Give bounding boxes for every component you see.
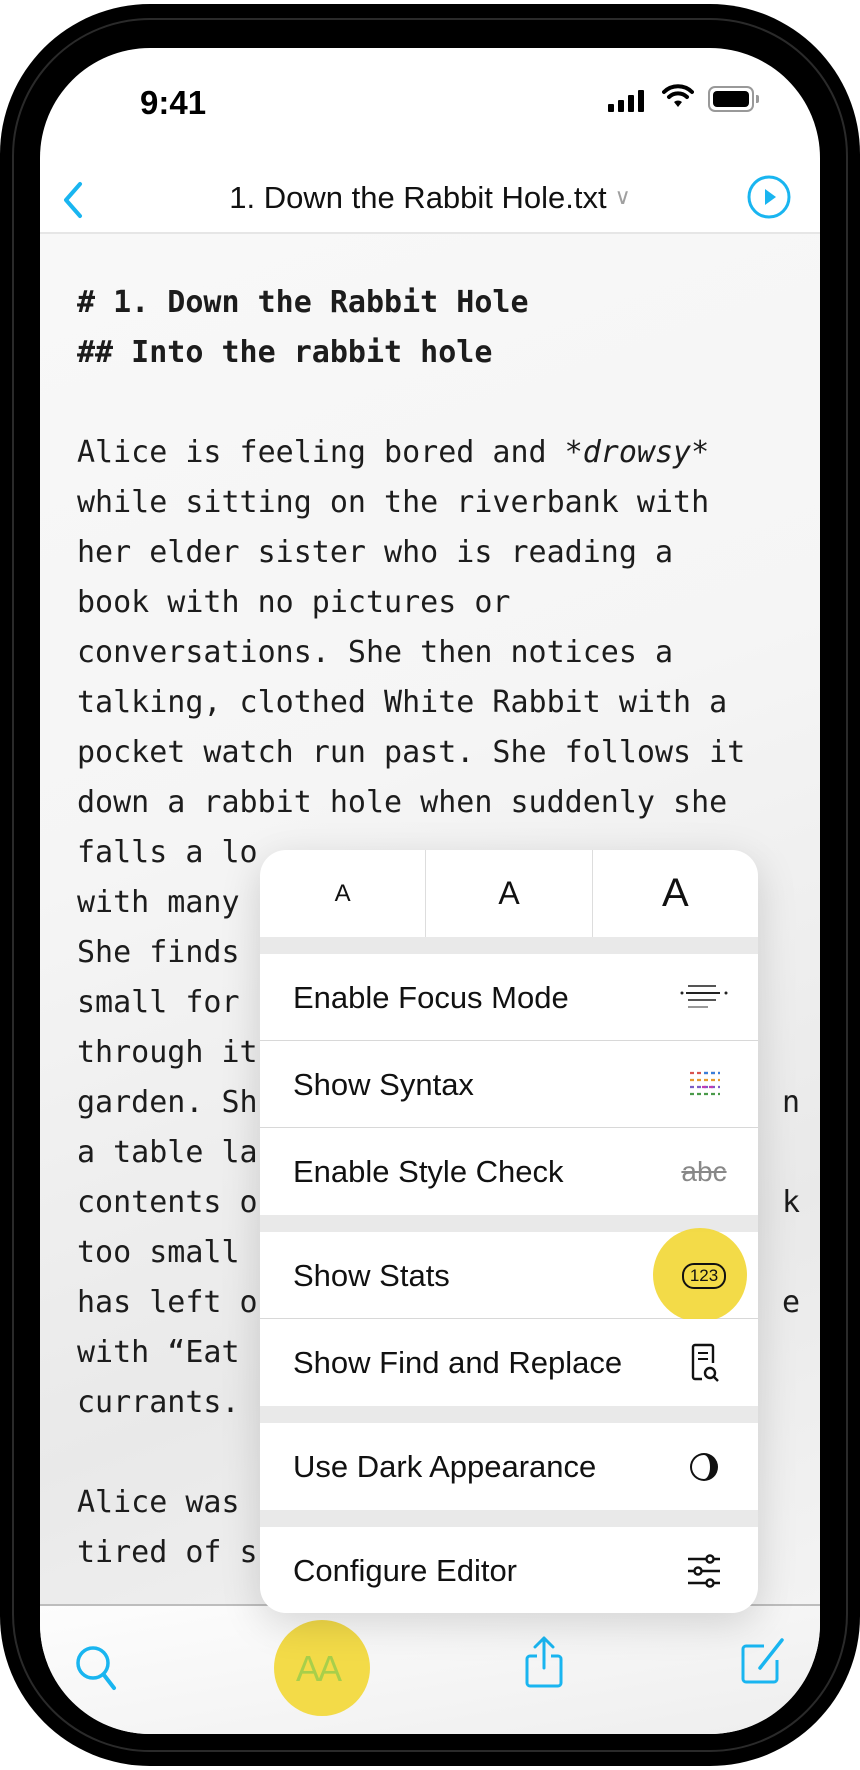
line-text: ## Into the rabbit hole bbox=[77, 335, 493, 370]
document-heading-line: ## Into the rabbit hole bbox=[77, 328, 800, 378]
search-icon[interactable] bbox=[74, 1644, 120, 1694]
menu-item-label: Enable Focus Mode bbox=[293, 980, 569, 1015]
battery-icon bbox=[708, 86, 759, 112]
number-badge-icon: 123 bbox=[672, 1254, 736, 1298]
status-bar: 9:41 bbox=[40, 48, 820, 168]
line-text: down a rabbit hole when suddenly she bbox=[77, 785, 728, 820]
menu-item-label: Show Syntax bbox=[293, 1067, 474, 1102]
cellular-signal-icon bbox=[608, 88, 644, 112]
line-text: too small bbox=[77, 1235, 240, 1270]
focus-lines-icon bbox=[680, 985, 728, 1008]
bottom-toolbar: AA bbox=[40, 1604, 820, 1734]
document-line: conversations. She then notices a bbox=[77, 628, 800, 678]
document-line: book with no pictures or bbox=[77, 578, 800, 628]
menu-item-label: Show Find and Replace bbox=[293, 1345, 623, 1380]
nav-bar: 1. Down the Rabbit Hole.txt ∨ bbox=[40, 168, 820, 234]
menu-item-focus-mode[interactable]: Enable Focus Mode bbox=[260, 954, 758, 1041]
menu-item-label: Use Dark Appearance bbox=[293, 1449, 597, 1484]
line-text: with many bbox=[77, 885, 240, 920]
document-line: while sitting on the riverbank with bbox=[77, 478, 800, 528]
line-text: has left o bbox=[77, 1285, 258, 1320]
document-line: her elder sister who is reading a bbox=[77, 528, 800, 578]
line-text: garden. Sh bbox=[77, 1085, 258, 1120]
line-text: with “Eat bbox=[77, 1335, 240, 1370]
line-text: small for bbox=[77, 985, 240, 1020]
chevron-down-icon: ∨ bbox=[614, 184, 631, 209]
document-title[interactable]: 1. Down the Rabbit Hole.txt ∨ bbox=[40, 180, 820, 216]
badge-text: 123 bbox=[681, 1263, 727, 1289]
line-text: contents o bbox=[77, 1185, 258, 1220]
syntax-colors-icon bbox=[690, 1071, 720, 1096]
line-text: while sitting on the riverbank with bbox=[77, 485, 710, 520]
line-text: falls a lo bbox=[77, 835, 258, 870]
menu-item-configure-editor[interactable]: Configure Editor bbox=[260, 1527, 758, 1613]
line-text: book with no pictures or bbox=[77, 585, 511, 620]
menu-item-label: Show Stats bbox=[293, 1258, 450, 1293]
document-line: pocket watch run past. She follows it bbox=[77, 728, 800, 778]
menu-item-label: Enable Style Check bbox=[293, 1154, 564, 1189]
line-text: tired of s bbox=[77, 1535, 258, 1570]
line-text: currants. bbox=[77, 1385, 240, 1420]
line-tail-text: e bbox=[781, 1285, 800, 1320]
compose-icon[interactable] bbox=[740, 1636, 786, 1686]
share-icon[interactable] bbox=[524, 1634, 564, 1690]
format-menu: A A A Enable Focus Mode Show Syntax Enab… bbox=[260, 850, 758, 1613]
phone-frame: 9:41 1. Down the Rabbit Hole.txt ∨ # 1. D… bbox=[0, 4, 860, 1766]
line-text: Alice was bbox=[77, 1485, 240, 1520]
document-title-text: 1. Down the Rabbit Hole.txt bbox=[229, 180, 607, 215]
status-time: 9:41 bbox=[140, 84, 207, 121]
document-line: talking, clothed White Rabbit with a bbox=[77, 678, 800, 728]
line-text: her elder sister who is reading a bbox=[77, 535, 674, 570]
font-size-small-button[interactable]: A bbox=[260, 850, 427, 937]
font-size-row: A A A bbox=[260, 850, 758, 937]
sliders-icon bbox=[688, 1554, 720, 1588]
document-heading-line: # 1. Down the Rabbit Hole bbox=[77, 278, 800, 328]
font-size-medium-button[interactable]: A bbox=[426, 850, 593, 937]
line-text: through it bbox=[77, 1035, 258, 1070]
play-circle-icon[interactable] bbox=[746, 174, 792, 220]
menu-item-label: Configure Editor bbox=[293, 1553, 518, 1588]
menu-item-style-check[interactable]: Enable Style Check abc bbox=[260, 1128, 758, 1215]
document-line: Alice is feeling bored and *drowsy* bbox=[77, 428, 800, 478]
line-text: conversations. She then notices a bbox=[77, 635, 674, 670]
line-text: # 1. Down the Rabbit Hole bbox=[77, 285, 529, 320]
contrast-circle-icon bbox=[690, 1453, 718, 1481]
line-tail-text: k bbox=[781, 1185, 800, 1220]
menu-item-show-stats[interactable]: Show Stats 123 bbox=[260, 1228, 758, 1322]
line-tail-text: n bbox=[781, 1085, 800, 1120]
font-size-large-button[interactable]: A bbox=[593, 850, 758, 937]
line-text: She finds bbox=[77, 935, 240, 970]
wifi-icon bbox=[662, 84, 694, 107]
screen: 9:41 1. Down the Rabbit Hole.txt ∨ # 1. D… bbox=[40, 48, 820, 1734]
line-text: pocket watch run past. She follows it bbox=[77, 735, 746, 770]
line-text: a table la bbox=[77, 1135, 258, 1170]
format-text-button[interactable]: AA bbox=[296, 1648, 342, 1690]
menu-item-show-syntax[interactable]: Show Syntax bbox=[260, 1041, 758, 1128]
strikethrough-abc-icon: abc bbox=[681, 1156, 727, 1187]
line-text: Alice is feeling bored and *drowsy* bbox=[77, 435, 710, 470]
doc-search-icon bbox=[691, 1343, 719, 1382]
line-text: talking, clothed White Rabbit with a bbox=[77, 685, 728, 720]
menu-item-find-replace[interactable]: Show Find and Replace bbox=[260, 1319, 758, 1406]
menu-item-dark-appearance[interactable]: Use Dark Appearance bbox=[260, 1423, 758, 1510]
document-line: down a rabbit hole when suddenly she bbox=[77, 778, 800, 828]
